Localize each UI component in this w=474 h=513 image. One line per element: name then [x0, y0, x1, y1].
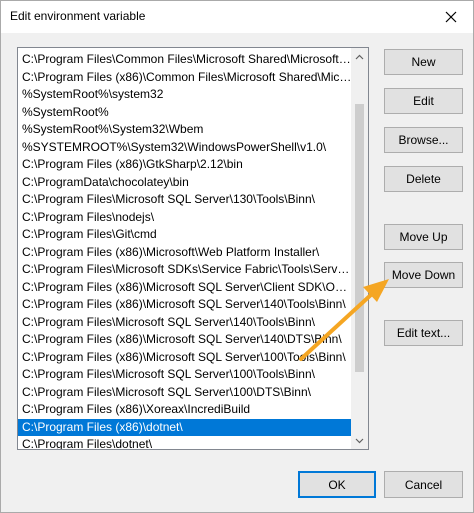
browse-button[interactable]: Browse... [384, 127, 463, 153]
list-item[interactable]: C:\Program Files (x86)\Microsoft SQL Ser… [18, 296, 352, 314]
edit-env-var-dialog: Edit environment variable C:\Program Fil… [0, 0, 474, 513]
list-item[interactable]: %SystemRoot%\system32 [18, 86, 352, 104]
chevron-down-icon [355, 438, 364, 443]
cancel-button[interactable]: Cancel [384, 471, 463, 498]
path-list[interactable]: C:\Program Files\Common Files\Microsoft … [17, 47, 369, 450]
list-item[interactable]: C:\Program Files\Microsoft SQL Server\10… [18, 384, 352, 402]
list-item[interactable]: C:\Program Files (x86)\Xoreax\IncrediBui… [18, 401, 352, 419]
title-bar: Edit environment variable [1, 1, 473, 33]
close-icon [445, 11, 457, 23]
list-item[interactable]: %SYSTEMROOT%\System32\WindowsPowerShell\… [18, 139, 352, 157]
move-down-button[interactable]: Move Down [384, 262, 463, 288]
ok-button[interactable]: OK [298, 471, 376, 498]
scrollbar-thumb[interactable] [355, 104, 364, 372]
scroll-down-button[interactable] [351, 432, 368, 449]
list-item[interactable]: %SystemRoot%\System32\Wbem [18, 121, 352, 139]
list-item[interactable]: C:\Program Files (x86)\Common Files\Micr… [18, 69, 352, 87]
list-item[interactable]: C:\Program Files\Microsoft SQL Server\14… [18, 314, 352, 332]
list-item[interactable]: C:\Program Files\Microsoft SDKs\Service … [18, 261, 352, 279]
list-item[interactable]: C:\Program Files (x86)\Microsoft SQL Ser… [18, 331, 352, 349]
new-button[interactable]: New [384, 49, 463, 75]
chevron-up-icon [355, 54, 364, 59]
delete-button[interactable]: Delete [384, 166, 463, 192]
vertical-scrollbar[interactable] [351, 48, 368, 449]
list-item[interactable]: C:\Program Files\Microsoft SQL Server\13… [18, 191, 352, 209]
list-item[interactable]: %SystemRoot% [18, 104, 352, 122]
scroll-up-button[interactable] [351, 48, 368, 65]
list-item[interactable]: C:\Program Files (x86)\dotnet\ [18, 418, 352, 436]
close-button[interactable] [439, 5, 463, 29]
move-up-button[interactable]: Move Up [384, 224, 463, 250]
list-item[interactable]: C:\Program Files (x86)\Microsoft SQL Ser… [18, 279, 352, 297]
list-item[interactable]: C:\Program Files\nodejs\ [18, 209, 352, 227]
list-item[interactable]: C:\Program Files\Microsoft SQL Server\10… [18, 366, 352, 384]
edit-button[interactable]: Edit [384, 88, 463, 114]
edit-text-button[interactable]: Edit text... [384, 320, 463, 346]
list-item[interactable]: C:\Program Files\Common Files\Microsoft … [18, 51, 352, 69]
window-title: Edit environment variable [10, 9, 146, 23]
list-item[interactable]: C:\Program Files\dotnet\ [18, 436, 352, 449]
list-item[interactable]: C:\Program Files\Git\cmd [18, 226, 352, 244]
path-items: C:\Program Files\Common Files\Microsoft … [18, 51, 352, 449]
list-item[interactable]: C:\Program Files (x86)\Microsoft SQL Ser… [18, 349, 352, 367]
list-item[interactable]: C:\Program Files (x86)\GtkSharp\2.12\bin [18, 156, 352, 174]
list-item[interactable]: C:\ProgramData\chocolatey\bin [18, 174, 352, 192]
list-item[interactable]: C:\Program Files (x86)\Microsoft\Web Pla… [18, 244, 352, 262]
